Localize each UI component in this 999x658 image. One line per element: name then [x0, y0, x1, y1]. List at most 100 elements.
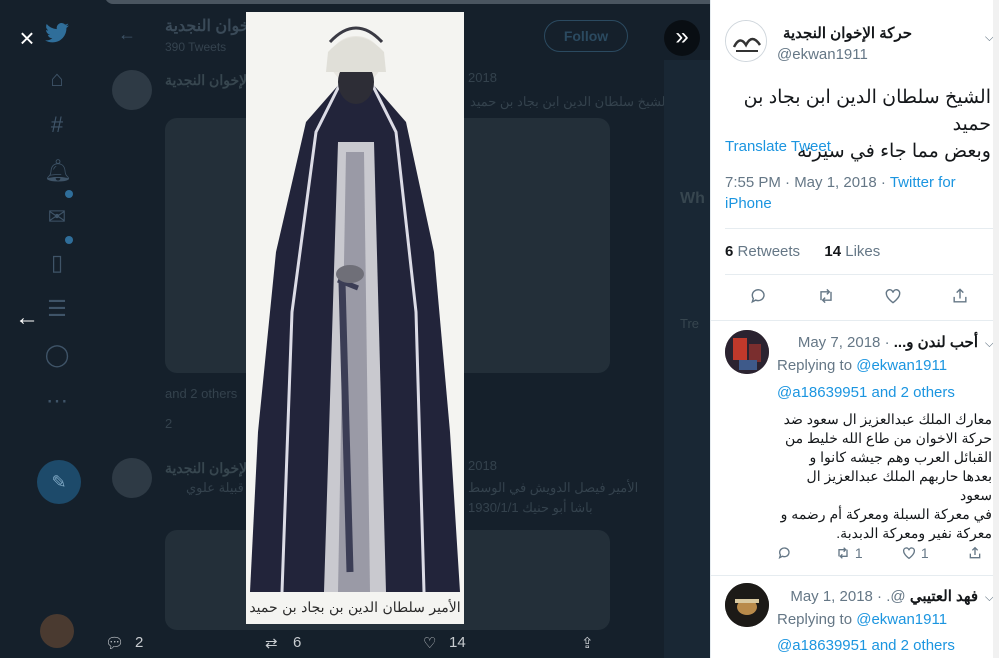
- replying-to-line: Replying to @ekwan1911: [777, 357, 947, 374]
- background-trend-label: Tre: [680, 316, 700, 331]
- retweets-label[interactable]: Retweets: [738, 243, 801, 260]
- background-tweet-date: 2018: [468, 70, 497, 85]
- profile-icon: ◯: [44, 342, 70, 367]
- expand-panel-icon[interactable]: »: [664, 20, 700, 56]
- reply-body-line: معارك الملك عبدالعزيز ال سعود ضد: [783, 411, 992, 427]
- back-arrow-icon: ←: [118, 24, 136, 44]
- overlay-reply-count: 2: [135, 634, 144, 651]
- replying-to-prefix: Replying to: [777, 611, 857, 628]
- close-icon[interactable]: ×: [12, 24, 42, 54]
- retweets-count[interactable]: 6: [725, 243, 733, 260]
- reply-like-button[interactable]: 1: [901, 545, 929, 561]
- like-heart-icon[interactable]: [883, 286, 907, 310]
- background-tweet-avatar: [112, 70, 152, 110]
- background-right-column: [664, 60, 710, 658]
- reply-author-name[interactable]: أحب لندن و...: [894, 334, 978, 351]
- reply-body-line: القبائل العرب وهم جيشه كانوا و: [809, 449, 992, 465]
- photo-caption: الأمير سلطان الدين بن بجاد بن حميد: [249, 600, 461, 616]
- background-sidebar-nav: ⌂ # 🔔︎ ✉ ▯ ☰ ◯ ⋯: [40, 20, 80, 434]
- notifications-bell-icon: 🔔︎: [44, 158, 72, 183]
- browser-search-bar: [105, 0, 710, 4]
- overlay-retweet-icon[interactable]: ⇄: [265, 634, 278, 652]
- replying-to-others-link[interactable]: @a18639951 and 2 others: [777, 637, 955, 654]
- overlay-like-icon[interactable]: ♡: [423, 634, 436, 652]
- previous-arrow-icon[interactable]: ←: [10, 302, 44, 336]
- author-handle[interactable]: @ekwan1911: [777, 46, 868, 63]
- notification-dot-icon: [65, 190, 73, 198]
- reply-avatar[interactable]: [725, 330, 769, 374]
- background-tweet2-date: 2018: [468, 458, 497, 473]
- background-follow-button: Follow: [544, 20, 628, 52]
- reply-date[interactable]: · May 7, 2018: [798, 334, 890, 351]
- reply-like-icon: [903, 547, 915, 560]
- reply-avatar-graphic: [725, 583, 769, 627]
- tweet-detail-panel: حركة الإخوان النجدية @ekwan1911 ⌵ الشيخ …: [710, 0, 999, 658]
- overlay-reply-icon[interactable]: 💬︎: [105, 634, 124, 652]
- overlay-like-count: 14: [449, 634, 466, 651]
- likes-count[interactable]: 14: [824, 243, 841, 260]
- reply-reply-icon[interactable]: [777, 545, 793, 561]
- background-tweet2-line2: باشا أبو حنيك 1930/1/1: [468, 500, 593, 515]
- more-icon: ⋯: [46, 388, 68, 413]
- author-avatar-graphic: [726, 21, 766, 61]
- panel-scrollbar[interactable]: [993, 0, 999, 658]
- overlay-share-icon[interactable]: ⇪: [581, 634, 594, 652]
- tweet-timestamp: 7:55 PM · May 1, 2018 · Twitter for iPho…: [725, 172, 987, 214]
- replying-to-handle[interactable]: @ekwan1911: [856, 611, 947, 628]
- background-tweet2-line3: قبيلة علوي: [186, 480, 244, 495]
- replying-to-others: @a18639951 and 2 others: [777, 637, 955, 654]
- author-avatar[interactable]: [725, 20, 767, 62]
- reply-body-line: معركة نفير ومعركة الدبدبة.: [836, 525, 992, 541]
- replying-to-others-link[interactable]: @a18639951 and 2 others: [777, 384, 955, 401]
- tweet-author-header: حركة الإخوان النجدية @ekwan1911 ⌵: [711, 10, 999, 70]
- likes-label[interactable]: Likes: [845, 243, 880, 260]
- tweet-photo: الأمير سلطان الدين بن بجاد بن حميد: [246, 12, 464, 624]
- reply-date[interactable]: · May 1, 2018: [790, 588, 882, 605]
- tweet-time[interactable]: 7:55 PM · May 1, 2018 ·: [725, 174, 890, 191]
- reply-icon[interactable]: [749, 286, 773, 310]
- account-avatar: [40, 614, 74, 648]
- twitter-logo-icon: [44, 20, 70, 46]
- replying-to-line: Replying to @ekwan1911: [777, 611, 947, 628]
- author-name[interactable]: حركة الإخوان النجدية: [783, 24, 912, 42]
- divider: [725, 228, 999, 229]
- retweet-icon[interactable]: [816, 286, 840, 310]
- replying-to-handle[interactable]: @ekwan1911: [856, 357, 947, 374]
- reply-handle[interactable]: @.: [886, 588, 905, 605]
- messages-envelope-icon: ✉: [47, 204, 67, 229]
- lists-icon: ☰: [47, 296, 67, 321]
- reply-avatar-graphic: [725, 330, 769, 374]
- overlay-retweet-count: 6: [293, 634, 302, 651]
- explore-hashtag-icon: #: [50, 112, 64, 137]
- reply-body: معارك الملك عبدالعزيز ال سعود ضد حركة ال…: [777, 410, 992, 543]
- reply-like-count: 1: [920, 545, 929, 561]
- reply-header: فهد العتيبي @. · May 1, 2018: [777, 587, 978, 605]
- tweet-text-line: الشيخ سلطان الدين ابن بجاد بن حميد: [743, 87, 991, 135]
- reply-avatar[interactable]: [725, 583, 769, 627]
- translate-tweet-link[interactable]: Translate Tweet: [725, 138, 831, 155]
- reply-author-name[interactable]: فهد العتيبي: [910, 588, 978, 605]
- reply-body-line: بعدها حاربهم الملك عبدالعزيز ال سعود: [806, 468, 992, 503]
- reply-actions: 1 1: [777, 545, 993, 565]
- reply-retweet-count: 1: [854, 545, 863, 561]
- replying-to-prefix: Replying to: [777, 357, 857, 374]
- reply-tweet[interactable]: أحب لندن و... · May 7, 2018 ⌵ Replying t…: [711, 320, 999, 575]
- background-tweet-count: 390 Tweets: [165, 40, 227, 54]
- background-whats-happening: Wh: [680, 190, 705, 207]
- reply-header: أحب لندن و... · May 7, 2018: [777, 333, 978, 351]
- reply-share-icon[interactable]: [967, 545, 983, 561]
- replying-to-others: @a18639951 and 2 others: [777, 384, 955, 401]
- tweet-stats: 6 Retweets 14 Likes: [725, 243, 880, 260]
- background-reply-count: 2: [165, 416, 173, 431]
- share-icon[interactable]: [950, 286, 974, 310]
- bookmarks-icon: ▯: [50, 250, 64, 275]
- reply-body-line: في معركة السبلة ومعركة أم رضمه و: [780, 506, 992, 522]
- reply-body-line: حركة الاخوان من طاع الله خليط من: [785, 430, 992, 446]
- reply-tweet[interactable]: فهد العتيبي @. · May 1, 2018 ⌵ Replying …: [711, 575, 999, 658]
- reply-retweet-button[interactable]: 1: [835, 545, 863, 561]
- reply-retweet-icon: [838, 547, 848, 559]
- background-tweet2-avatar: [112, 458, 152, 498]
- divider: [725, 274, 999, 275]
- message-dot-icon: [65, 236, 73, 244]
- background-tweet-text: الشيخ سلطان الدين ابن بجاد بن حميد: [470, 94, 670, 109]
